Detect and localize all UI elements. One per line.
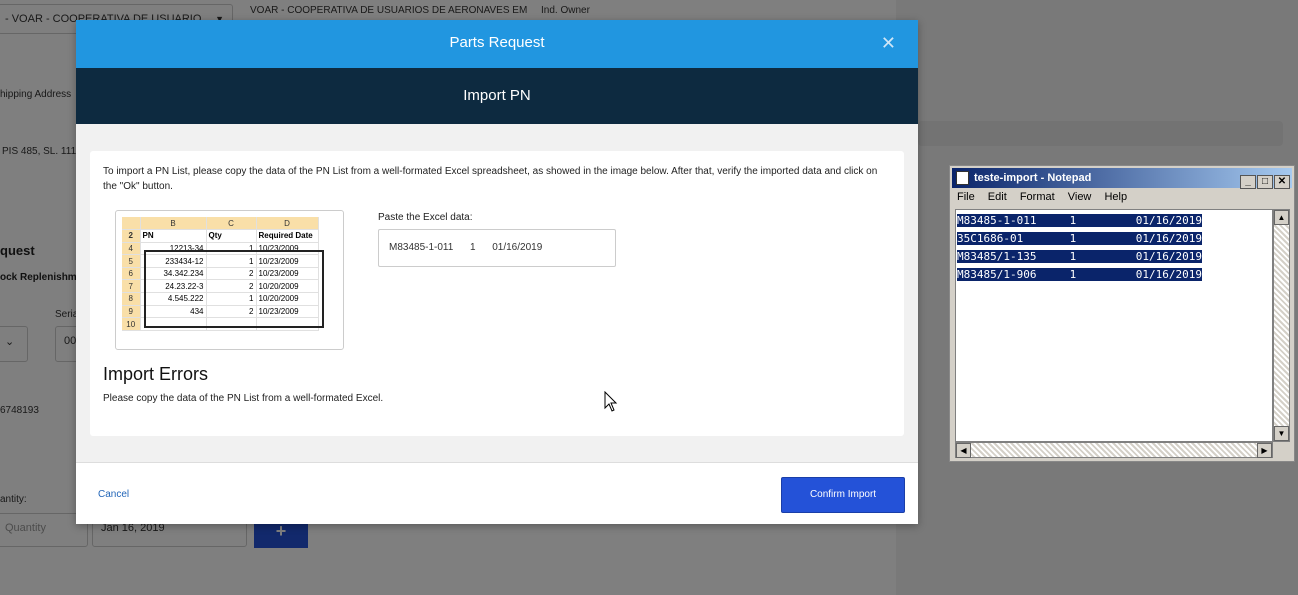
paste-label: Paste the Excel data: — [378, 212, 473, 223]
pn-cell: 24.23.22-3 — [140, 279, 207, 294]
date-cell: 10/23/2009 — [256, 267, 319, 281]
excel-example-image: B C D 2 PN Qty Required Date 4 12213-34 1 1… — [115, 210, 344, 350]
notepad-window: teste-import - Notepad _ □ ✕ File Edit For… — [949, 165, 1295, 462]
date-cell: 10/20/2009 — [256, 279, 319, 294]
parts-request-modal: Parts Request ✕ Import PN To import a PN… — [76, 20, 918, 524]
table-row: 4 12213-34 1 10/23/2009 — [122, 242, 319, 256]
date-cell: 10/23/2009 — [256, 242, 319, 256]
qty-header: Qty — [206, 229, 257, 243]
row-header: 5 — [122, 254, 141, 268]
menu-format[interactable]: Format — [1015, 189, 1060, 205]
menu-file[interactable]: File — [952, 189, 980, 205]
pn-cell: 233434-12 — [140, 254, 207, 268]
scroll-right-icon[interactable]: ▶ — [1257, 443, 1272, 458]
table-row: 6 34.342.234 2 10/23/2009 — [122, 267, 319, 281]
text-line: M83485/1-135 1 01/16/2019 — [957, 250, 1203, 263]
horizontal-scrollbar[interactable]: ◀ ▶ — [955, 442, 1273, 458]
row-header: 8 — [122, 292, 141, 306]
pn-cell: 4.545.222 — [140, 292, 207, 306]
row-header: 10 — [122, 317, 141, 331]
excel-example-table: B C D 2 PN Qty Required Date 4 12213-34 1 1… — [122, 217, 319, 331]
qty-cell: 2 — [206, 305, 257, 319]
text-line: M83485-1-011 1 01/16/2019 — [957, 214, 1203, 227]
corner-cell — [122, 217, 141, 231]
notepad-title: teste-import - Notepad — [974, 172, 1092, 184]
table-row: 8 4.545.222 1 10/20/2009 — [122, 292, 319, 306]
table-row: 5 233434-12 1 10/23/2009 — [122, 254, 319, 268]
text-line: 35C1686-01 1 01/16/2019 — [957, 232, 1203, 245]
maximize-icon[interactable]: □ — [1257, 175, 1273, 189]
close-icon[interactable]: ✕ — [881, 20, 896, 66]
import-card: To import a PN List, please copy the dat… — [90, 151, 904, 436]
date-header: Required Date — [256, 229, 319, 243]
modal-subheader: Import PN — [76, 68, 918, 124]
pn-cell: 12213-34 — [140, 242, 207, 256]
row-header: 6 — [122, 267, 141, 281]
qty-cell: 1 — [206, 292, 257, 306]
col-header: B — [140, 217, 207, 231]
notepad-text-area[interactable]: M83485-1-011 1 01/16/2019 35C1686-01 1 0… — [955, 209, 1273, 442]
col-header: D — [256, 217, 319, 231]
window-controls: _ □ ✕ — [1239, 171, 1290, 191]
modal-footer: Cancel Confirm Import — [76, 462, 918, 524]
notepad-titlebar[interactable]: teste-import - Notepad _ □ ✕ — [952, 168, 1292, 191]
menu-edit[interactable]: Edit — [983, 189, 1012, 205]
import-instructions: To import a PN List, please copy the dat… — [103, 166, 878, 192]
pn-cell: 434 — [140, 305, 207, 319]
scroll-left-icon[interactable]: ◀ — [956, 443, 971, 458]
notepad-icon — [956, 171, 969, 185]
col-header: C — [206, 217, 257, 231]
scroll-down-icon[interactable]: ▼ — [1274, 426, 1289, 441]
close-icon[interactable]: ✕ — [1274, 175, 1290, 189]
qty-cell: 1 — [206, 254, 257, 268]
row-header: 7 — [122, 279, 141, 294]
date-cell: 10/23/2009 — [256, 254, 319, 268]
date-cell: 10/23/2009 — [256, 305, 319, 319]
minimize-icon[interactable]: _ — [1240, 175, 1256, 189]
cancel-button[interactable]: Cancel — [98, 489, 129, 500]
modal-title: Parts Request — [449, 34, 545, 51]
qty-cell: 1 — [206, 242, 257, 256]
menu-view[interactable]: View — [1063, 189, 1097, 205]
row-header: 2 — [122, 229, 141, 243]
qty-cell: 2 — [206, 267, 257, 281]
scroll-up-icon[interactable]: ▲ — [1274, 210, 1289, 225]
pn-header: PN — [140, 229, 207, 243]
text-line: M83485/1-906 1 01/16/2019 — [957, 268, 1203, 281]
confirm-import-button[interactable]: Confirm Import — [781, 477, 905, 513]
table-row: 9 434 2 10/23/2009 — [122, 305, 319, 319]
row-header: 4 — [122, 242, 141, 256]
import-errors-title: Import Errors — [103, 364, 209, 384]
pn-cell — [140, 317, 207, 331]
date-cell — [256, 317, 319, 331]
date-cell: 10/20/2009 — [256, 292, 319, 306]
row-header: 9 — [122, 305, 141, 319]
modal-subtitle: Import PN — [463, 87, 531, 104]
menu-help[interactable]: Help — [1099, 189, 1132, 205]
modal-header: Parts Request ✕ — [76, 20, 918, 68]
qty-cell: 2 — [206, 279, 257, 294]
notepad-menubar: File Edit Format View Help — [952, 189, 1292, 207]
table-row: 10 — [122, 317, 319, 331]
pn-cell: 34.342.234 — [140, 267, 207, 281]
import-errors-text: Please copy the data of the PN List from… — [103, 393, 384, 404]
qty-cell — [206, 317, 257, 331]
vertical-scrollbar[interactable]: ▲ ▼ — [1273, 209, 1290, 442]
paste-excel-input[interactable]: M83485-1-011 1 01/16/2019 — [378, 229, 616, 267]
table-row: 7 24.23.22-3 2 10/20/2009 — [122, 279, 319, 294]
mouse-cursor-icon — [604, 391, 618, 412]
